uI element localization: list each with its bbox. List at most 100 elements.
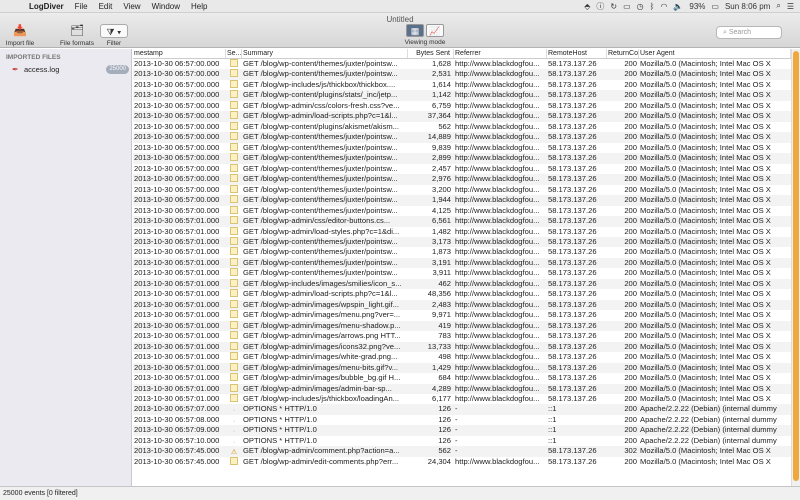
clock[interactable]: Sun 8:06 pm [725, 2, 770, 11]
sync-icon[interactable]: ↻ [610, 2, 617, 11]
menu-edit[interactable]: Edit [99, 2, 113, 11]
user-agent-cell: Mozilla/5.0 (Macintosh; Intel Mac OS X [640, 153, 771, 163]
table-row[interactable]: 2013-10-30 06:57:01.000 GET /blog/wp-cont… [133, 268, 791, 278]
volume-icon[interactable]: 🔈 [673, 2, 683, 11]
table-row[interactable]: 2013-10-30 06:57:01.000 GET /blog/wp-cont… [133, 257, 791, 269]
table-row[interactable]: 2013-10-30 06:57:01.000 GET /blog/wp-admi… [133, 299, 791, 311]
table-row[interactable]: 2013-10-30 06:57:01.000 GET /blog/wp-admi… [133, 341, 791, 353]
column-header-remote-host[interactable]: RemoteHost [547, 49, 607, 58]
file-formats-button[interactable]: 🗂 File formats [58, 24, 96, 47]
table-row[interactable]: 2013-10-30 06:57:00.000 GET /blog/wp-cont… [133, 184, 791, 195]
severity-cell [226, 205, 242, 216]
remote-host-cell: 58.173.137.26 [548, 163, 597, 173]
table-row[interactable]: 2013-10-30 06:57:00.000 GET /blog/wp-cont… [133, 195, 791, 206]
wifi-icon[interactable]: ◠ [660, 2, 667, 11]
table-row[interactable]: 2013-10-30 06:57:01.000 GET /blog/wp-admi… [133, 320, 791, 332]
referrer-cell: http://www.blackdogfou... [455, 456, 540, 466]
severity-cell [226, 142, 242, 153]
menu-file[interactable]: File [75, 2, 88, 11]
sidebar-item-access-log[interactable]: ✒ access.log 25000 [0, 64, 132, 75]
table-row[interactable]: 2013-10-30 06:57:00.000 GET /blog/wp-cont… [133, 205, 791, 216]
summary-cell: GET /blog/wp-content/themes/juxter/point… [243, 247, 398, 257]
menu-view[interactable]: View [123, 2, 140, 11]
window-toolbar: Untitled 📥 Import file 🗂 File formats ⧩ … [0, 13, 800, 48]
table-row[interactable]: 2013-10-30 06:57:01.000 GET /blog/wp-cont… [133, 247, 791, 257]
severity-cell [226, 383, 242, 394]
filter-button[interactable]: ⧩ ▾ Filter [99, 24, 129, 47]
table-row[interactable]: 2013-10-30 06:57:45.000 ⚠ GET /blog/wp-adm… [133, 446, 791, 457]
table-row[interactable]: 2013-10-30 06:57:45.000 GET /blog/wp-admi… [133, 456, 791, 467]
referrer-cell: http://www.blackdogfou... [455, 226, 540, 236]
referrer-cell: - [455, 425, 458, 435]
table-row[interactable]: 2013-10-30 06:57:01.000 GET /blog/wp-admi… [133, 352, 791, 362]
table-row[interactable]: 2013-10-30 06:57:01.000 GET /blog/wp-admi… [133, 310, 791, 320]
timestamp-cell: 2013-10-30 06:57:01.000 [134, 247, 220, 257]
table-row[interactable]: 2013-10-30 06:57:01.000 GET /blog/wp-admi… [133, 373, 791, 383]
table-row[interactable]: 2013-10-30 06:57:01.000 GET /blog/wp-admi… [133, 289, 791, 299]
column-header-bytes-sent[interactable]: Bytes Sent [408, 49, 454, 58]
table-view-icon[interactable]: ▦ [406, 24, 424, 37]
table-row[interactable]: 2013-10-30 06:57:01.000 GET /blog/wp-incl… [133, 278, 791, 290]
remote-host-cell: 58.173.137.26 [548, 456, 597, 466]
search-placeholder: Search [728, 29, 752, 36]
referrer-cell: http://www.blackdogfou... [455, 121, 540, 131]
table-row[interactable]: 2013-10-30 06:57:00.000 GET /blog/wp-cont… [133, 142, 791, 153]
severity-cell [226, 278, 242, 289]
table-row[interactable]: 2013-10-30 06:57:01.000 GET /blog/wp-admi… [133, 362, 791, 374]
table-row[interactable]: 2013-10-30 06:57:00.000 GET /blog/wp-cont… [133, 90, 791, 101]
scrollbar-thumb[interactable] [793, 51, 799, 481]
bytes-sent-cell: 419 [438, 320, 451, 330]
spotlight-icon[interactable]: ⌕ [776, 1, 780, 11]
table-row[interactable]: 2013-10-30 06:57:00.000 GET /blog/wp-cont… [133, 59, 791, 69]
notification-center-icon[interactable]: ☰ [787, 2, 794, 11]
battery-icon[interactable]: ▭ [711, 2, 719, 11]
table-row[interactable]: 2013-10-30 06:57:00.000 GET /blog/wp-cont… [133, 69, 791, 80]
document-icon [230, 456, 238, 465]
vertical-scrollbar[interactable] [791, 49, 800, 486]
table-row[interactable]: 2013-10-30 06:57:00.000 GET /blog/wp-cont… [133, 121, 791, 132]
table-row[interactable]: 2013-10-30 06:57:00.000 GET /blog/wp-cont… [133, 153, 791, 164]
table-row[interactable]: 2013-10-30 06:57:01.000 GET /blog/wp-admi… [133, 331, 791, 341]
table-row[interactable]: 2013-10-30 06:57:09.000 · OPTIONS * HTTP/1… [133, 425, 791, 436]
chart-view-icon[interactable]: 📈 [426, 24, 444, 37]
table-row[interactable]: 2013-10-30 06:57:00.000 GET /blog/wp-admi… [133, 111, 791, 122]
column-header-summary[interactable]: Summary [242, 49, 408, 58]
info-icon[interactable]: ⓘ [596, 1, 604, 12]
remote-host-cell: 58.173.137.26 [548, 394, 597, 403]
table-row[interactable]: 2013-10-30 06:57:07.000 · OPTIONS * HTTP/1… [133, 404, 791, 415]
table-row[interactable]: 2013-10-30 06:57:01.000 GET /blog/wp-admi… [133, 226, 791, 237]
bluetooth-icon[interactable]: ᛒ [650, 2, 655, 11]
column-header-user-agent[interactable]: User Agent [639, 49, 791, 58]
menu-help[interactable]: Help [191, 2, 207, 11]
column-header-severity[interactable]: Se... [226, 49, 242, 58]
column-header-referrer[interactable]: Referrer [454, 49, 547, 58]
menu-app-name[interactable]: LogDiver [29, 2, 64, 11]
menu-window[interactable]: Window [152, 2, 180, 11]
summary-cell: GET /blog/wp-admin/css/colors-fresh.css?… [243, 100, 400, 110]
dropbox-icon[interactable]: ⬘ [584, 2, 590, 11]
sidebar-header: IMPORTED FILES [6, 54, 61, 61]
remote-host-cell: 58.173.137.26 [548, 268, 597, 278]
import-file-button[interactable]: 📥 Import file [4, 24, 36, 47]
table-row[interactable]: 2013-10-30 06:57:01.000 GET /blog/wp-cont… [133, 236, 791, 248]
remote-host-cell: 58.173.137.26 [548, 100, 597, 110]
table-row[interactable]: 2013-10-30 06:57:00.000 GET /blog/wp-cont… [133, 174, 791, 185]
search-input[interactable]: ⌕ Search [716, 26, 782, 39]
timestamp-cell: 2013-10-30 06:57:10.000 [134, 435, 220, 445]
table-row[interactable]: 2013-10-30 06:57:01.000 GET /blog/wp-incl… [133, 394, 791, 404]
table-row[interactable]: 2013-10-30 06:57:01.000 GET /blog/wp-admi… [133, 216, 791, 227]
airplay-icon[interactable]: ▭ [623, 2, 631, 11]
table-row[interactable]: 2013-10-30 06:57:00.000 GET /blog/wp-incl… [133, 79, 791, 90]
table-row[interactable]: 2013-10-30 06:57:08.000 · OPTIONS * HTTP/1… [133, 415, 791, 425]
time-machine-icon[interactable]: ◷ [637, 2, 644, 11]
column-header-return-code[interactable]: ReturnCode [607, 49, 639, 58]
table-row[interactable]: 2013-10-30 06:57:00.000 GET /blog/wp-cont… [133, 163, 791, 174]
severity-cell [226, 216, 242, 226]
column-header-timestamp[interactable]: mestamp [133, 49, 226, 58]
table-row[interactable]: 2013-10-30 06:57:00.000 GET /blog/wp-admi… [133, 100, 791, 111]
table-row[interactable]: 2013-10-30 06:57:01.000 GET /blog/wp-admi… [133, 383, 791, 394]
user-agent-cell: Mozilla/5.0 (Macintosh; Intel Mac OS X [640, 69, 771, 79]
table-row[interactable]: 2013-10-30 06:57:00.000 GET /blog/wp-cont… [133, 132, 791, 143]
table-row[interactable]: 2013-10-30 06:57:10.000 · OPTIONS * HTTP/1… [133, 436, 791, 446]
document-icon [230, 289, 238, 298]
